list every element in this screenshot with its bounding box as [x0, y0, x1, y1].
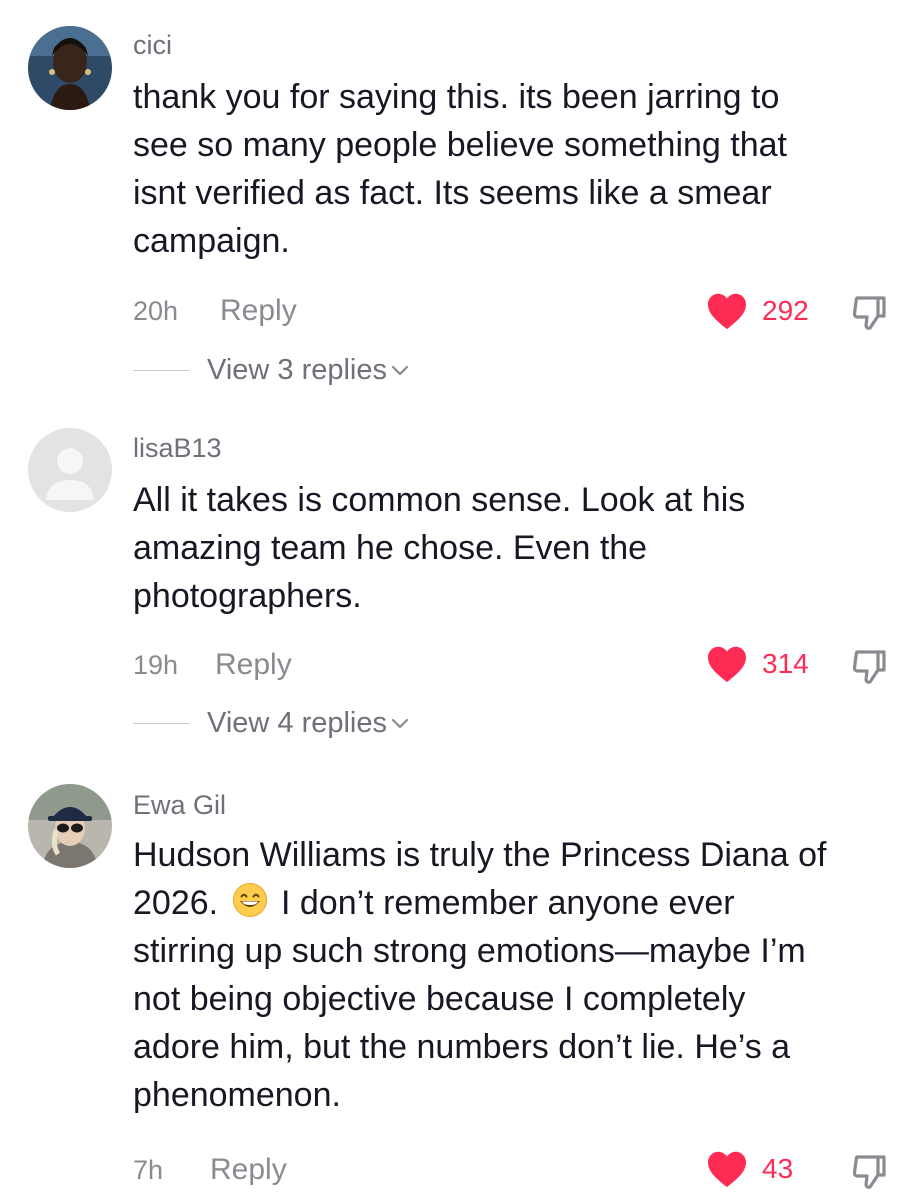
timestamp: 7h	[133, 1155, 164, 1185]
avatar[interactable]	[28, 26, 112, 110]
comment-line: Hudson Williams is truly the Princess Di…	[133, 836, 827, 874]
comment-line: isnt verified as fact. Its seems like a …	[133, 174, 772, 212]
like-button[interactable]: 43	[706, 1150, 793, 1188]
heart-icon	[708, 646, 746, 683]
comment-line: campaign.	[133, 222, 290, 260]
comment-line: amazing team he chose. Even the	[133, 529, 648, 567]
view-replies-label: View 3 replies	[207, 354, 388, 386]
avatar[interactable]	[28, 784, 112, 868]
comment-line: 2026. I don’t remember anyone ever	[133, 879, 893, 927]
chevron-down-icon	[391, 365, 409, 375]
comment-line: thank you for saying this. its been jarr…	[133, 78, 780, 116]
dislike-icon	[852, 1155, 886, 1189]
timestamp: 20h	[133, 296, 179, 326]
comment-text: Hudson Williams is truly the Princess Di…	[133, 831, 893, 1119]
divider	[133, 723, 189, 724]
like-button[interactable]: 314	[706, 645, 809, 683]
comment-line: stirring up such strong emotions—maybe I…	[133, 932, 806, 970]
chevron-down-icon	[391, 718, 409, 728]
dislike-icon	[852, 650, 886, 684]
comment-line: adore him, but the numbers don’t lie. He…	[133, 1028, 791, 1066]
avatar[interactable]	[28, 428, 112, 512]
comment-text: thank you for saying this. its been jarr…	[133, 73, 893, 265]
divider	[133, 370, 189, 371]
comment-line: not being objective because I completely	[133, 980, 746, 1018]
view-replies-button[interactable]: View 3 replies	[133, 354, 409, 387]
like-count: 43	[762, 1153, 794, 1184]
view-replies-button[interactable]: View 4 replies	[133, 707, 409, 740]
username[interactable]: Ewa Gil	[133, 790, 226, 821]
comment-line: photographers.	[133, 577, 362, 615]
timestamp: 19h	[133, 650, 179, 680]
dislike-icon	[852, 296, 886, 330]
comment-text-segment: I don’t remember anyone ever	[281, 884, 735, 922]
comment-line: phenomenon.	[133, 1076, 341, 1114]
dislike-button[interactable]	[850, 1151, 890, 1191]
reply-button[interactable]: Reply	[215, 648, 292, 682]
comment-line: All it takes is common sense. Look at hi…	[133, 481, 746, 519]
username[interactable]: cici	[133, 30, 172, 61]
dislike-button[interactable]	[850, 292, 890, 332]
heart-icon	[708, 293, 746, 330]
reply-button[interactable]: Reply	[220, 294, 297, 328]
reply-button[interactable]: Reply	[210, 1153, 287, 1187]
like-count: 314	[762, 648, 809, 679]
view-replies-label: View 4 replies	[207, 707, 388, 739]
like-count: 292	[762, 295, 809, 326]
comment-text: All it takes is common sense. Look at hi…	[133, 476, 893, 620]
like-button[interactable]: 292	[706, 292, 809, 330]
grinning-face-emoji	[232, 883, 267, 917]
comment-text-segment: 2026.	[133, 884, 219, 922]
dislike-button[interactable]	[850, 646, 890, 686]
comment-line: see so many people believe something tha…	[133, 126, 787, 164]
heart-icon	[708, 1151, 746, 1188]
comments-list: cici thank you for saying this. its been…	[0, 0, 924, 1200]
username[interactable]: lisaB13	[133, 433, 222, 464]
